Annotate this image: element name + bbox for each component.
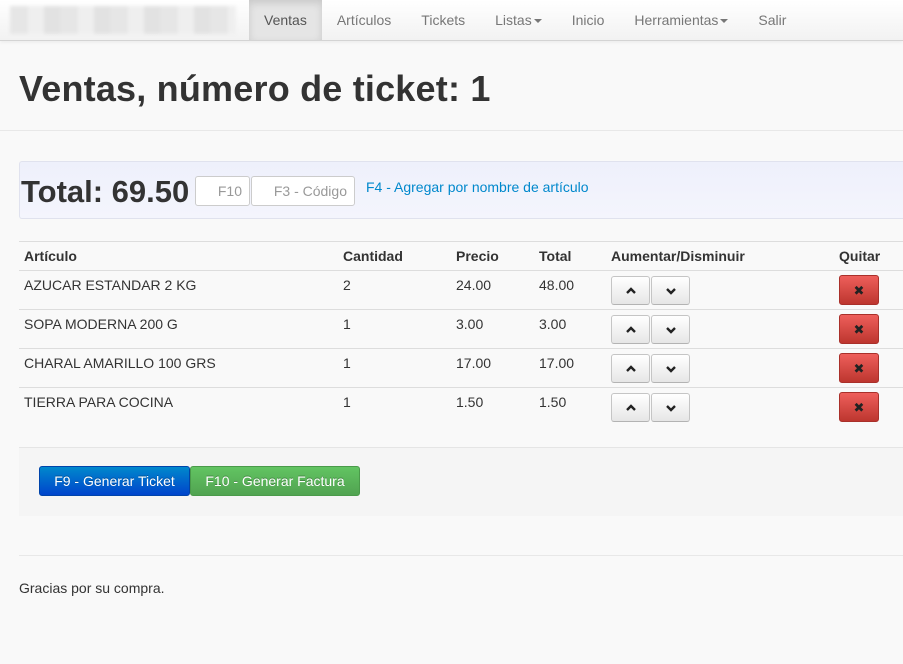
nav-label: Listas bbox=[495, 12, 532, 28]
nav-label: Herramientas bbox=[634, 12, 719, 28]
increase-button[interactable] bbox=[611, 393, 650, 422]
cell-article: TIERRA PARA COCINA bbox=[24, 394, 174, 410]
cell-total: 17.00 bbox=[539, 355, 575, 371]
cell-quantity: 1 bbox=[343, 355, 351, 371]
cell-price: 24.00 bbox=[456, 277, 492, 293]
close-icon: ✖ bbox=[853, 282, 865, 298]
decrease-button[interactable] bbox=[651, 276, 690, 305]
generate-invoice-button[interactable]: F10 - Generar Factura bbox=[190, 466, 360, 496]
cell-article: CHARAL AMARILLO 100 GRS bbox=[24, 355, 216, 371]
col-header-article: Artículo bbox=[24, 248, 77, 264]
chevron-down-icon bbox=[665, 287, 676, 295]
chevron-down-icon bbox=[665, 365, 676, 373]
col-header-price: Precio bbox=[456, 248, 499, 264]
cell-article: SOPA MODERNA 200 G bbox=[24, 316, 178, 332]
row-divider bbox=[19, 309, 903, 310]
cell-quantity: 1 bbox=[343, 316, 351, 332]
page-title: Ventas, número de ticket: 1 bbox=[19, 68, 491, 109]
cell-quantity: 1 bbox=[343, 394, 351, 410]
footer-message: Gracias por su compra. bbox=[19, 580, 165, 596]
chevron-up-icon bbox=[625, 403, 636, 411]
increase-button[interactable] bbox=[611, 315, 650, 344]
close-icon: ✖ bbox=[853, 399, 865, 415]
total-amount: Total: 69.50 bbox=[21, 174, 190, 209]
remove-button[interactable]: ✖ bbox=[839, 392, 879, 422]
nav-item-articulos[interactable]: Artículos bbox=[322, 0, 406, 40]
cell-article: AZUCAR ESTANDAR 2 KG bbox=[24, 277, 197, 293]
cell-total: 3.00 bbox=[539, 316, 567, 332]
increase-button[interactable] bbox=[611, 354, 650, 383]
nav-label: Inicio bbox=[571, 12, 605, 28]
cell-total: 48.00 bbox=[539, 277, 575, 293]
col-header-remove: Quitar bbox=[839, 248, 881, 264]
remove-button[interactable]: ✖ bbox=[839, 314, 879, 344]
nav-item-ventas[interactable]: Ventas bbox=[249, 0, 322, 40]
col-header-adjust: Aumentar/Disminuir bbox=[611, 248, 745, 264]
nav-item-inicio[interactable]: Inicio bbox=[557, 0, 620, 40]
row-divider bbox=[19, 348, 903, 349]
generate-ticket-button[interactable]: F9 - Generar Ticket bbox=[39, 466, 190, 496]
close-icon: ✖ bbox=[853, 321, 865, 337]
row-divider bbox=[19, 387, 903, 388]
remove-button[interactable]: ✖ bbox=[839, 353, 879, 383]
close-icon: ✖ bbox=[853, 360, 865, 376]
main-nav: Ventas Artículos Tickets Listas Inicio H… bbox=[249, 0, 801, 40]
row-divider bbox=[19, 270, 903, 271]
top-navbar: Ventas Artículos Tickets Listas Inicio H… bbox=[0, 0, 903, 41]
product-code-input[interactable] bbox=[251, 176, 355, 206]
cell-price: 3.00 bbox=[456, 316, 484, 332]
cell-quantity: 2 bbox=[343, 277, 351, 293]
chevron-up-icon bbox=[625, 325, 636, 333]
f10-input[interactable] bbox=[195, 176, 250, 206]
nav-label: Artículos bbox=[336, 12, 392, 28]
cell-price: 17.00 bbox=[456, 355, 492, 371]
divider bbox=[19, 555, 903, 556]
caret-down-icon bbox=[720, 19, 729, 24]
nav-label: Ventas bbox=[264, 12, 307, 28]
nav-item-tickets[interactable]: Tickets bbox=[406, 0, 480, 40]
increase-button[interactable] bbox=[611, 276, 650, 305]
chevron-up-icon bbox=[625, 364, 636, 372]
chevron-up-icon bbox=[625, 286, 636, 294]
nav-item-herramientas[interactable]: Herramientas bbox=[619, 0, 743, 40]
cell-total: 1.50 bbox=[539, 394, 567, 410]
col-header-quantity: Cantidad bbox=[343, 248, 403, 264]
chevron-down-icon bbox=[665, 326, 676, 334]
table-top-border bbox=[19, 241, 903, 242]
caret-down-icon bbox=[533, 19, 542, 24]
col-header-total: Total bbox=[539, 248, 572, 264]
decrease-button[interactable] bbox=[651, 315, 690, 344]
chevron-down-icon bbox=[665, 404, 676, 412]
nav-item-salir[interactable]: Salir bbox=[743, 0, 801, 40]
brand-logo-blurred[interactable] bbox=[10, 6, 236, 34]
nav-label: Tickets bbox=[421, 12, 466, 28]
decrease-button[interactable] bbox=[651, 393, 690, 422]
decrease-button[interactable] bbox=[651, 354, 690, 383]
remove-button[interactable]: ✖ bbox=[839, 275, 879, 305]
nav-label: Salir bbox=[758, 12, 787, 28]
add-by-name-link[interactable]: F4 - Agregar por nombre de artículo bbox=[366, 179, 589, 195]
divider bbox=[0, 130, 903, 131]
nav-item-listas[interactable]: Listas bbox=[480, 0, 557, 40]
cell-price: 1.50 bbox=[456, 394, 484, 410]
